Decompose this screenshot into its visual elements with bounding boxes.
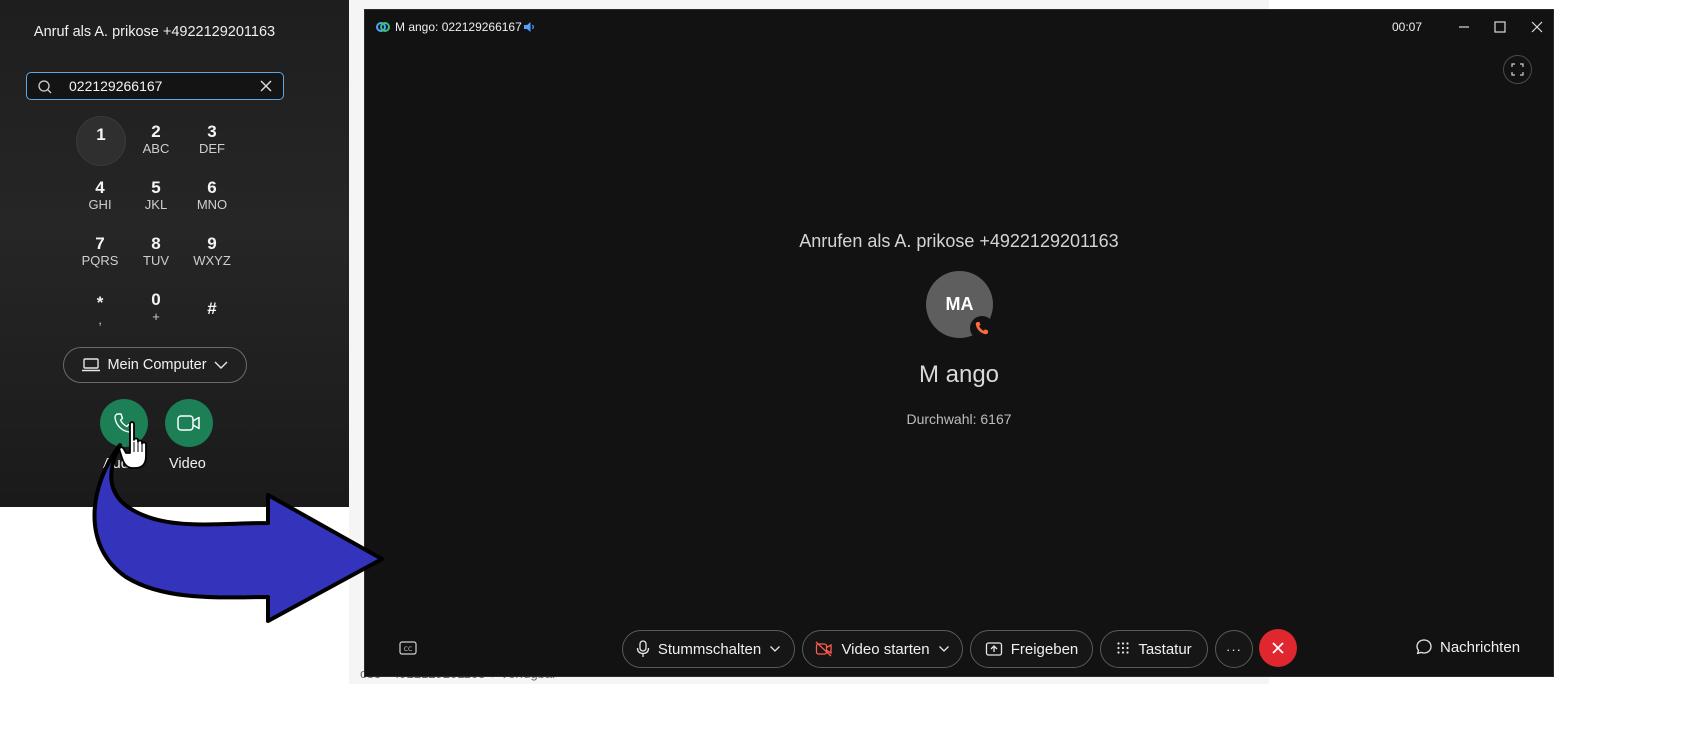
key-digit: 5 — [151, 178, 161, 197]
end-call-button[interactable] — [1259, 629, 1297, 667]
close-icon[interactable] — [1530, 20, 1544, 34]
key-digit: 6 — [207, 178, 217, 197]
video-off-icon — [815, 641, 833, 657]
share-button[interactable]: Freigeben — [970, 630, 1093, 668]
mute-label: Stummschalten — [657, 640, 762, 658]
key-digit: 8 — [151, 234, 161, 253]
key-digit: 9 — [207, 234, 217, 253]
maximize-icon[interactable] — [1493, 20, 1507, 34]
key-star[interactable]: * , — [75, 284, 125, 334]
window-title: M ango: 022129266167 — [395, 20, 522, 34]
mute-button[interactable]: Stummschalten — [622, 630, 795, 668]
title-bar: M ango: 022129266167 00:07 — [365, 10, 1553, 44]
call-timer: 00:07 — [1392, 20, 1423, 34]
key-letters: TUV — [143, 253, 169, 268]
call-window: M ango: 022129266167 00:07 Anrufen als A… — [364, 9, 1554, 677]
key-1[interactable]: 1 — [76, 116, 126, 166]
pointer-hand-cursor-icon — [118, 421, 147, 469]
webex-logo-icon — [376, 22, 390, 32]
key-digit: # — [207, 299, 217, 318]
more-options-label: ··· — [1226, 641, 1242, 657]
key-hash[interactable]: # — [187, 284, 237, 334]
svg-text:CC: CC — [404, 646, 412, 653]
key-4[interactable]: 4 GHI — [75, 172, 125, 222]
video-camera-icon — [177, 415, 200, 431]
share-screen-icon — [985, 642, 1002, 656]
key-letters: JKL — [144, 197, 168, 212]
key-8[interactable]: 8 TUV — [131, 228, 181, 278]
key-3[interactable]: 3 DEF — [187, 116, 237, 166]
key-letters: DEF — [199, 141, 225, 156]
laptop-icon — [82, 358, 101, 372]
start-video-label: Video starten — [841, 640, 930, 658]
more-options-button[interactable]: ··· — [1215, 630, 1253, 668]
fullscreen-button[interactable] — [1503, 55, 1532, 84]
key-letters: MNO — [196, 197, 228, 212]
device-label: Mein Computer — [107, 357, 207, 373]
calling-as-text: Anrufen als A. prikose +4922129201163 — [799, 231, 1119, 251]
caller-identity: Anruf als A. prikose +4922129201163 — [33, 24, 276, 40]
extension-text: Durchwahl: 6167 — [906, 411, 1012, 427]
key-digit: * — [96, 293, 104, 312]
chevron-down-icon — [214, 361, 228, 369]
messages-button[interactable]: Nachrichten — [1415, 638, 1520, 656]
dialpad-icon — [1117, 642, 1129, 654]
key-digit: 4 — [95, 178, 105, 197]
speaker-icon[interactable] — [522, 20, 536, 34]
key-letters: ABC — [142, 141, 170, 156]
key-7[interactable]: 7 PQRS — [75, 228, 125, 278]
key-6[interactable]: 6 MNO — [187, 172, 237, 222]
key-letters: WXYZ — [193, 253, 231, 268]
key-0[interactable]: 0 + — [131, 284, 181, 334]
start-video-button[interactable]: Video starten — [802, 630, 963, 668]
key-9[interactable]: 9 WXYZ — [187, 228, 237, 278]
minimize-icon[interactable] — [1457, 20, 1471, 34]
keypad-button[interactable]: Tastatur — [1100, 630, 1208, 668]
avatar-initials: MA — [945, 294, 974, 314]
key-digit: 1 — [96, 125, 106, 144]
outgoing-call-badge — [970, 316, 994, 340]
key-5[interactable]: 5 JKL — [131, 172, 181, 222]
key-letters: GHI — [88, 197, 112, 212]
keypad-label: Tastatur — [1138, 640, 1192, 658]
search-icon — [38, 80, 52, 94]
key-letters: PQRS — [81, 253, 119, 268]
key-digit: 0 — [151, 290, 161, 309]
microphone-icon — [636, 640, 649, 657]
key-digit: 7 — [95, 234, 105, 253]
share-label: Freigeben — [1010, 640, 1079, 658]
key-digit: 3 — [207, 122, 217, 141]
key-letters: + — [152, 309, 160, 324]
closed-captions-icon[interactable]: CC — [399, 641, 417, 657]
search-value[interactable]: 022129266167 — [69, 78, 162, 94]
clear-icon[interactable] — [259, 79, 273, 93]
key-digit: 2 — [151, 122, 161, 141]
messages-label: Nachrichten — [1440, 638, 1521, 656]
audio-device-select[interactable]: Mein Computer — [63, 347, 247, 383]
close-icon — [1272, 642, 1284, 654]
dialer-panel: Anruf als A. prikose +4922129201163 0221… — [0, 0, 349, 507]
fullscreen-icon — [1511, 63, 1524, 76]
chevron-down-icon — [770, 646, 781, 652]
chevron-down-icon — [938, 646, 949, 652]
contact-name: M ango — [918, 361, 1000, 388]
chat-bubble-icon — [1416, 639, 1432, 655]
number-search-input[interactable]: 022129266167 — [26, 72, 284, 100]
phone-outgoing-icon — [975, 322, 988, 335]
key-2[interactable]: 2 ABC — [131, 116, 181, 166]
key-letters: , — [98, 312, 102, 327]
